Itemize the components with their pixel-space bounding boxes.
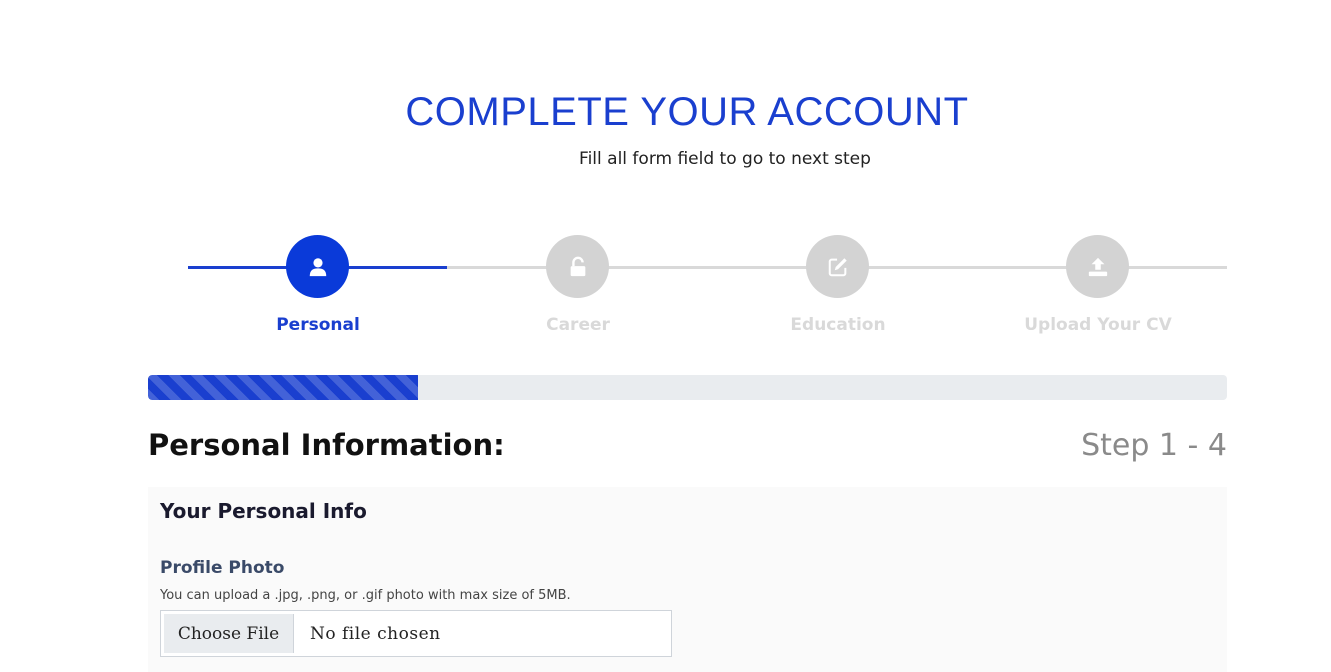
stepper: Personal Career Education Upload Your CV: [188, 235, 1227, 345]
personal-info-card: Your Personal Info Profile Photo You can…: [148, 487, 1227, 672]
upload-icon: [1088, 257, 1107, 276]
card-title: Your Personal Info: [160, 499, 367, 523]
page-subtitle: Fill all form field to go to next step: [579, 149, 871, 169]
step-circle: [546, 235, 609, 298]
progress-fill: [148, 375, 418, 400]
step-label: Personal: [276, 315, 360, 335]
choose-file-button[interactable]: Choose File: [164, 614, 294, 653]
step-count: Step 1 - 4: [1081, 428, 1227, 463]
step-personal[interactable]: Personal: [188, 235, 448, 345]
step-upload-cv[interactable]: Upload Your CV: [968, 235, 1228, 345]
step-label: Upload Your CV: [1024, 315, 1172, 335]
profile-photo-input[interactable]: Choose File No file chosen: [160, 610, 672, 657]
step-circle: [286, 235, 349, 298]
step-circle: [806, 235, 869, 298]
step-career[interactable]: Career: [448, 235, 708, 345]
section-title: Personal Information:: [148, 428, 505, 462]
page-title: COMPLETE YOUR ACCOUNT: [405, 90, 969, 134]
step-education[interactable]: Education: [708, 235, 968, 345]
progress-bar: [148, 375, 1227, 400]
file-status: No file chosen: [310, 623, 441, 644]
user-icon: [309, 257, 326, 276]
profile-photo-help: You can upload a .jpg, .png, or .gif pho…: [160, 588, 571, 603]
step-circle: [1066, 235, 1129, 298]
unlock-icon: [570, 256, 585, 276]
step-label: Career: [546, 315, 610, 335]
edit-icon: [828, 257, 847, 276]
step-label: Education: [790, 315, 886, 335]
profile-photo-label: Profile Photo: [160, 558, 285, 578]
